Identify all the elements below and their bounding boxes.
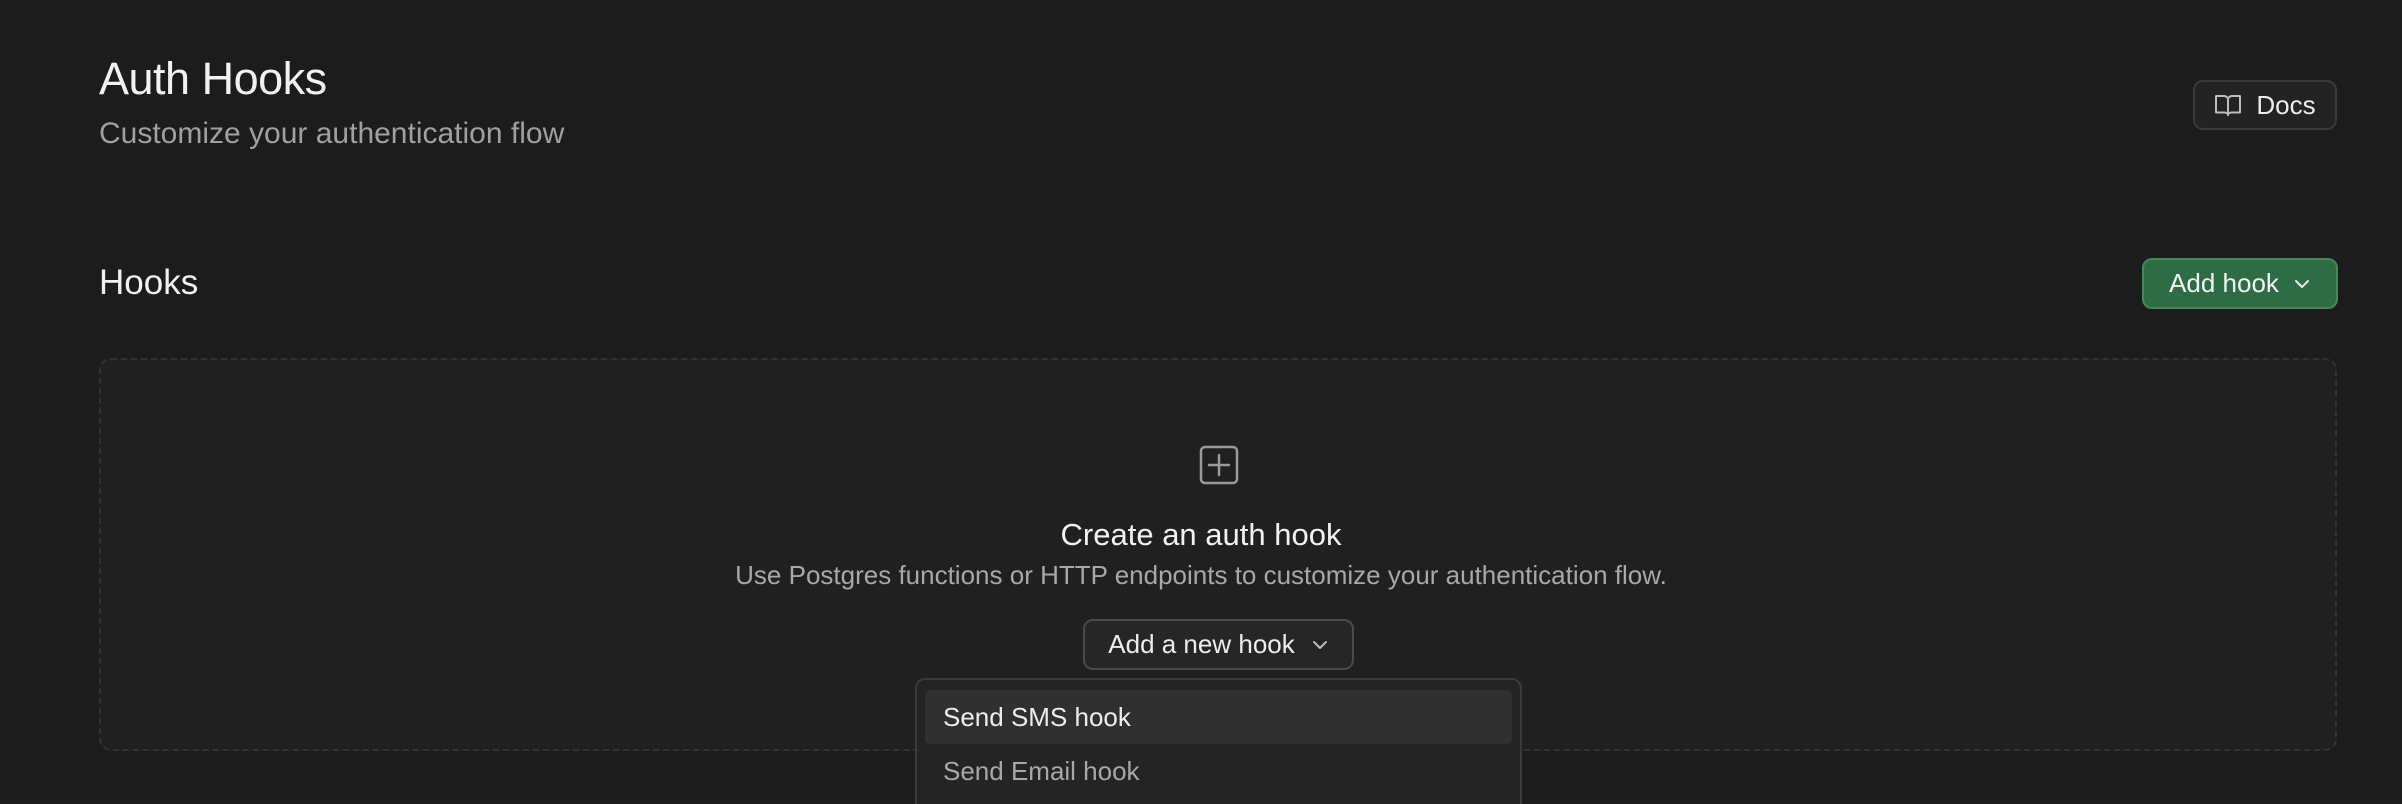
page-title: Auth Hooks bbox=[99, 53, 327, 104]
book-open-icon bbox=[2215, 95, 2242, 116]
add-hook-button[interactable]: Add hook bbox=[2142, 258, 2338, 309]
menu-item-send-sms-hook[interactable]: Send SMS hook bbox=[925, 690, 1512, 744]
auth-hooks-page: Auth Hooks Customize your authentication… bbox=[0, 0, 2402, 804]
empty-state-description: Use Postgres functions or HTTP endpoints… bbox=[735, 560, 1667, 590]
add-hook-button-label: Add hook bbox=[2169, 268, 2279, 298]
empty-state-title: Create an auth hook bbox=[1060, 517, 1342, 552]
chevron-down-icon bbox=[2294, 279, 2309, 288]
docs-button-label: Docs bbox=[2256, 89, 2316, 120]
chevron-down-icon bbox=[1312, 640, 1327, 649]
add-new-hook-button[interactable]: Add a new hook bbox=[1083, 619, 1354, 670]
docs-button[interactable]: Docs bbox=[2193, 80, 2337, 130]
add-new-hook-button-label: Add a new hook bbox=[1108, 629, 1295, 659]
menu-item-label: Send SMS hook bbox=[943, 701, 1131, 732]
page-subtitle: Customize your authentication flow bbox=[99, 117, 565, 150]
page-header: Auth Hooks Customize your authentication… bbox=[99, 52, 564, 152]
plus-square-icon bbox=[1199, 445, 1239, 485]
menu-item-label: Send Email hook bbox=[943, 755, 1140, 786]
hooks-section-title: Hooks bbox=[99, 263, 199, 302]
menu-item-send-email-hook[interactable]: Send Email hook bbox=[925, 744, 1512, 798]
add-hook-dropdown-menu: Send SMS hook Send Email hook bbox=[915, 678, 1522, 804]
